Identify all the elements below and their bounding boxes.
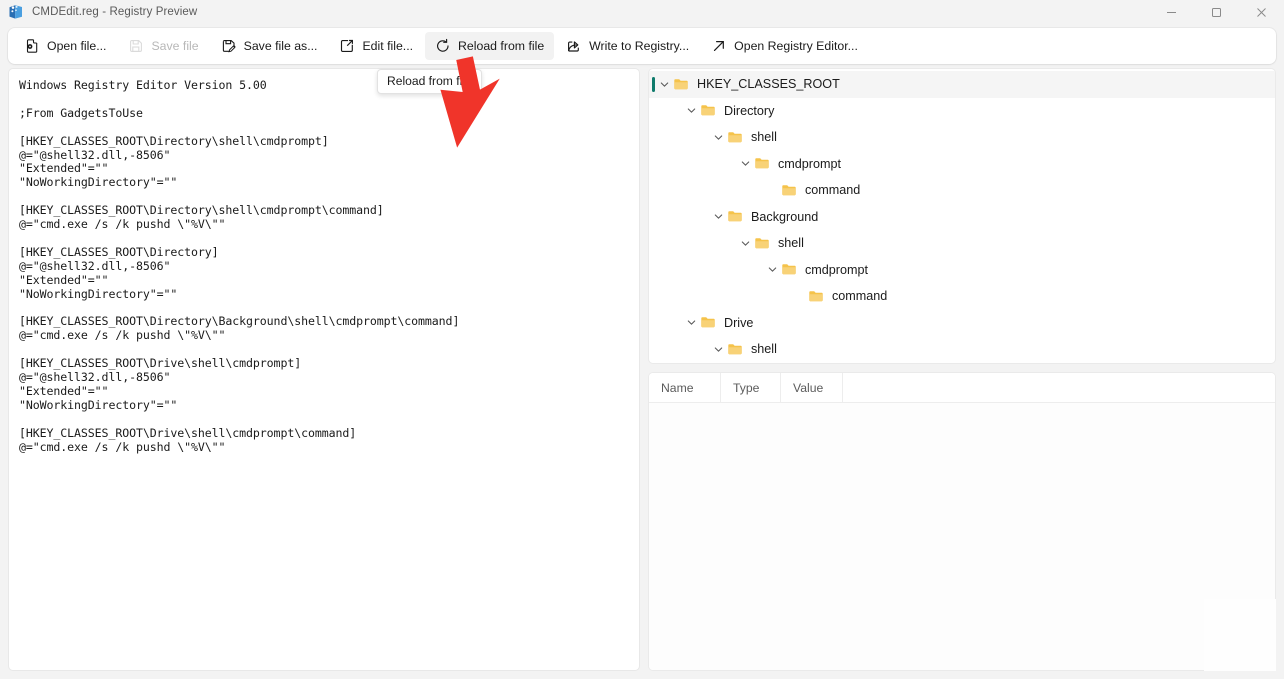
chevron-down-icon[interactable]	[763, 265, 781, 274]
folder-icon	[727, 208, 744, 225]
command-bar: Open file... Save file Save file as... E…	[8, 28, 1276, 64]
column-header-value[interactable]: Value	[781, 373, 843, 403]
registry-file-content: Windows Registry Editor Version 5.00 ;Fr…	[19, 78, 460, 454]
save-file-button[interactable]: Save file	[118, 32, 208, 60]
folder-icon	[781, 261, 798, 278]
write-to-registry-label: Write to Registry...	[589, 39, 690, 53]
tree-item[interactable]: Drive	[649, 310, 1275, 337]
main-content: Windows Registry Editor Version 5.00 ;Fr…	[0, 68, 1284, 679]
tree-item[interactable]: shell	[649, 230, 1275, 257]
tree-item-label: shell	[778, 236, 804, 251]
folder-icon	[700, 102, 717, 119]
folder-icon	[727, 341, 744, 358]
chevron-down-icon[interactable]	[682, 106, 700, 115]
registry-key-tree[interactable]: HKEY_CLASSES_ROOT Directory shell cmdprompt…	[648, 68, 1276, 364]
column-header-type[interactable]: Type	[721, 373, 781, 403]
write-to-registry-icon	[566, 38, 582, 54]
tree-item-label: cmdprompt	[805, 262, 868, 277]
chevron-down-icon[interactable]	[709, 212, 727, 221]
folder-icon	[700, 314, 717, 331]
maximize-button[interactable]	[1194, 0, 1239, 24]
reload-icon	[435, 38, 451, 54]
tree-item-label: command	[805, 183, 861, 198]
save-file-as-label: Save file as...	[243, 39, 318, 53]
tree-item[interactable]: Background	[649, 204, 1275, 231]
open-registry-editor-icon	[711, 38, 727, 54]
values-table-body	[649, 403, 1275, 670]
open-registry-editor-button[interactable]: Open Registry Editor...	[701, 32, 868, 60]
open-registry-editor-label: Open Registry Editor...	[734, 39, 858, 53]
resize-grip-area	[1204, 599, 1276, 671]
chevron-down-icon[interactable]	[736, 239, 754, 248]
tree-item[interactable]: cmdprompt	[649, 257, 1275, 284]
tree-item[interactable]: command	[649, 283, 1275, 310]
title-bar: CMDEdit.reg - Registry Preview	[0, 0, 1284, 24]
column-header-name[interactable]: Name	[649, 373, 721, 403]
window-title: CMDEdit.reg - Registry Preview	[32, 6, 198, 18]
window-controls	[1149, 0, 1284, 24]
reload-from-file-label: Reload from file	[458, 39, 545, 53]
open-file-button[interactable]: Open file...	[14, 32, 116, 60]
save-file-as-button[interactable]: Save file as...	[211, 32, 328, 60]
save-file-as-icon	[221, 38, 237, 54]
folder-icon	[781, 182, 798, 199]
selection-indicator	[652, 77, 655, 92]
registry-values-table[interactable]: Name Type Value	[648, 372, 1276, 671]
tree-item[interactable]: command	[649, 177, 1275, 204]
tree-item[interactable]: shell	[649, 124, 1275, 151]
save-file-icon	[128, 38, 144, 54]
edit-file-label: Edit file...	[362, 39, 414, 53]
registry-preview-icon	[8, 4, 24, 20]
tree-item[interactable]: cmdprompt	[649, 151, 1275, 178]
chevron-down-icon[interactable]	[655, 80, 673, 89]
tree-item[interactable]: HKEY_CLASSES_ROOT	[649, 71, 1275, 98]
tree-item-label: Background	[751, 209, 819, 224]
open-file-icon	[24, 38, 40, 54]
reload-from-file-tooltip: Reload from file	[377, 69, 482, 94]
reload-from-file-button[interactable]: Reload from file	[425, 32, 555, 60]
tree-item-label: Directory	[724, 103, 775, 118]
tree-item-label: Drive	[724, 315, 754, 330]
app-window: CMDEdit.reg - Registry Preview Open file…	[0, 0, 1284, 679]
tree-item-label: command	[832, 289, 888, 304]
folder-icon	[808, 288, 825, 305]
tree-item-label: shell	[751, 130, 777, 145]
registry-file-text-pane[interactable]: Windows Registry Editor Version 5.00 ;Fr…	[8, 68, 640, 671]
folder-icon	[673, 76, 690, 93]
chevron-down-icon[interactable]	[709, 345, 727, 354]
open-file-label: Open file...	[47, 39, 107, 53]
tree-item-label: cmdprompt	[778, 156, 841, 171]
toolbar-container: Open file... Save file Save file as... E…	[0, 24, 1284, 68]
write-to-registry-button[interactable]: Write to Registry...	[556, 32, 699, 60]
edit-file-icon	[339, 38, 355, 54]
values-table-header: Name Type Value	[649, 373, 1275, 403]
minimize-button[interactable]	[1149, 0, 1194, 24]
tree-item-label: HKEY_CLASSES_ROOT	[697, 77, 840, 92]
folder-icon	[754, 155, 771, 172]
column-header-filler	[843, 373, 1275, 403]
folder-icon	[727, 129, 744, 146]
tree-item[interactable]: Directory	[649, 98, 1275, 125]
chevron-down-icon[interactable]	[709, 133, 727, 142]
edit-file-button[interactable]: Edit file...	[329, 32, 423, 60]
tree-item-label: shell	[751, 342, 777, 357]
tree-item[interactable]: shell	[649, 336, 1275, 363]
chevron-down-icon[interactable]	[682, 318, 700, 327]
save-file-label: Save file	[151, 39, 199, 53]
folder-icon	[754, 235, 771, 252]
close-button[interactable]	[1239, 0, 1284, 24]
chevron-down-icon[interactable]	[736, 159, 754, 168]
right-column: HKEY_CLASSES_ROOT Directory shell cmdprompt…	[648, 68, 1276, 671]
